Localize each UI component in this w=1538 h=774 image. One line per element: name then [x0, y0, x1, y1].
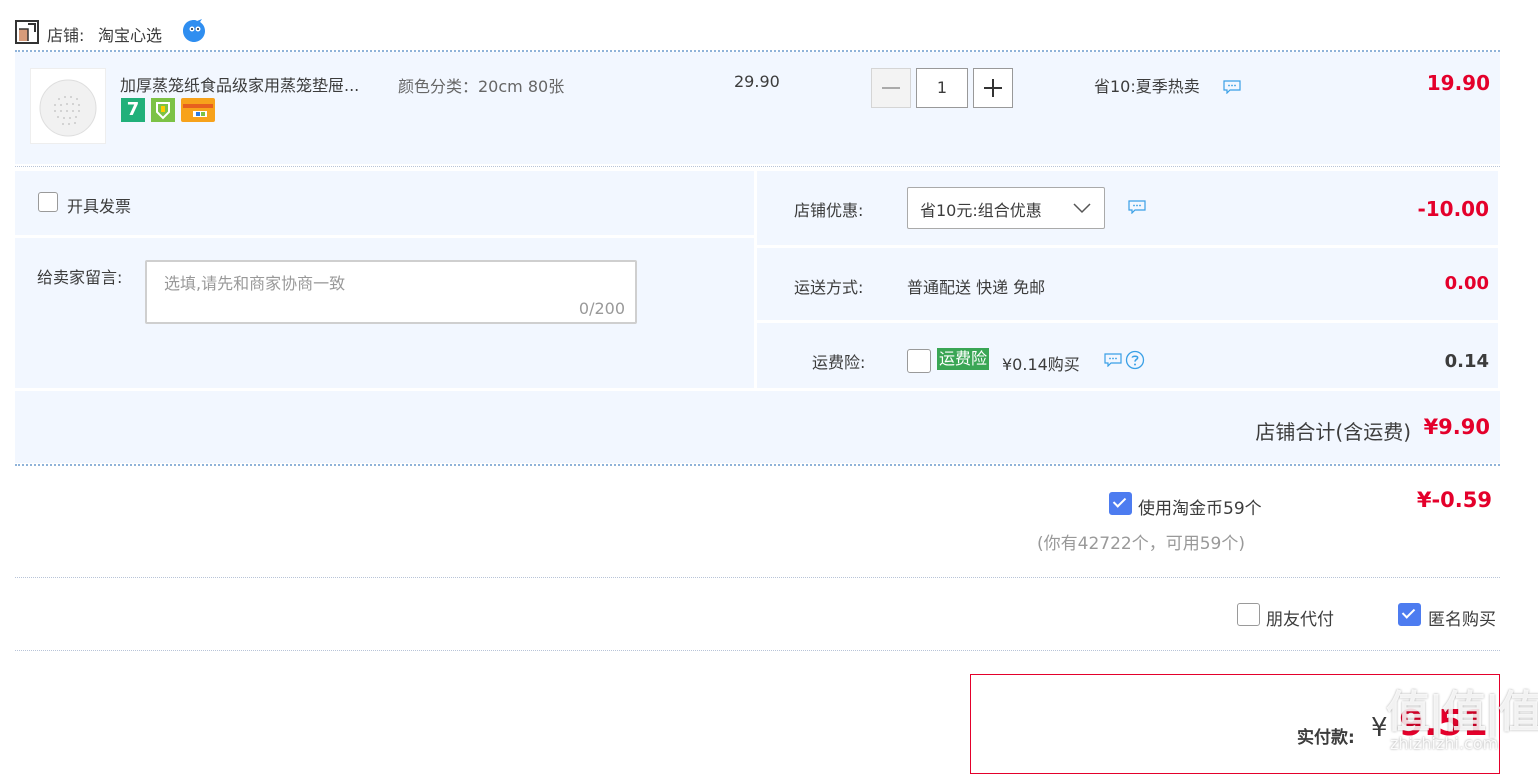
shop-discount-select[interactable]: 省10元:组合优惠	[907, 187, 1105, 229]
shipping-method: 普通配送 快递 免邮	[907, 278, 1046, 297]
promo-comment-icon[interactable]	[1223, 80, 1241, 94]
insurance-tag: 运费险	[937, 348, 990, 370]
invoice-label: 开具发票	[67, 197, 132, 216]
shipping-amount: 0.00	[1444, 273, 1489, 294]
anonymous-label: 匿名购买	[1428, 610, 1496, 630]
shop-discount-amount: -10.00	[1417, 197, 1489, 221]
shop-header: 店铺: 淘宝心选	[15, 18, 415, 46]
coins-checkbox[interactable]	[1109, 492, 1132, 515]
guarantee-badge-icon[interactable]	[151, 98, 175, 122]
insurance-label: 运费险:	[812, 353, 866, 372]
item-spec: 颜色分类：20cm 80张	[398, 77, 565, 96]
insurance-price: ¥0.14购买	[1002, 355, 1080, 374]
message-row: 给卖家留言: 选填,请先和商家协商一致 0/200	[15, 238, 754, 388]
shop-discount-row: 店铺优惠: 省10元:组合优惠 -10.00	[757, 171, 1498, 245]
help-question-icon[interactable]	[1125, 350, 1145, 370]
coins-note: (你有42722个，可用59个)	[1037, 534, 1245, 554]
shipping-row: 运送方式: 普通配送 快递 免邮 0.00	[757, 248, 1498, 320]
chevron-down-icon	[1073, 203, 1091, 214]
message-label: 给卖家留言:	[37, 268, 123, 287]
item-title[interactable]: 加厚蒸笼纸食品级家用蒸笼垫屉...	[120, 72, 359, 96]
item-row: 加厚蒸笼纸食品级家用蒸笼垫屉... 颜色分类：20cm 80张 7 29.90 …	[15, 52, 1500, 164]
payment-label: 实付款:	[1297, 728, 1355, 748]
discount-comment-icon[interactable]	[1128, 200, 1146, 214]
friend-pay-label: 朋友代付	[1266, 610, 1334, 630]
quantity-increase-button[interactable]	[973, 68, 1013, 108]
invoice-row: 开具发票	[15, 171, 754, 235]
insurance-checkbox[interactable]	[907, 349, 931, 373]
shop-total-amount: ¥9.90	[1423, 415, 1490, 439]
quantity-stepper: 1	[871, 68, 1015, 110]
shop-discount-selected: 省10元:组合优惠	[920, 201, 1042, 220]
shop-name[interactable]: 淘宝心选	[98, 22, 162, 46]
item-unit-price: 29.90	[734, 72, 780, 91]
quantity-decrease-button[interactable]	[871, 68, 911, 108]
quantity-input[interactable]: 1	[916, 68, 968, 108]
anonymous-checkbox[interactable]	[1398, 603, 1421, 626]
shop-total-divider	[15, 464, 1500, 466]
wangwang-chat-icon[interactable]	[181, 18, 207, 44]
invoice-checkbox[interactable]	[38, 192, 58, 212]
message-placeholder: 选填,请先和商家协商一致	[164, 274, 346, 293]
minus-icon	[882, 87, 900, 89]
item-thumbnail[interactable]	[30, 68, 106, 144]
options-divider	[15, 650, 1500, 651]
insurance-row: 运费险: 运费险 ¥0.14购买 0.14	[757, 323, 1498, 388]
shop-total-label: 店铺合计(含运费)	[1255, 420, 1411, 444]
steamer-paper-image	[39, 79, 97, 137]
shop-discount-label: 店铺优惠:	[794, 201, 864, 220]
shop-total-row: 店铺合计(含运费) ¥9.90	[15, 391, 1500, 463]
shop-icon	[15, 20, 39, 44]
message-counter: 0/200	[578, 299, 625, 318]
watermark-logo: 值|值|值	[1386, 687, 1538, 738]
seven-day-return-badge[interactable]: 7	[121, 98, 145, 122]
shipping-label: 运送方式:	[794, 278, 864, 297]
item-promo: 省10:夏季热卖	[1094, 77, 1200, 96]
message-textarea[interactable]: 选填,请先和商家协商一致 0/200	[145, 260, 637, 324]
coins-label: 使用淘金币59个	[1138, 499, 1262, 519]
friend-pay-checkbox[interactable]	[1237, 603, 1260, 626]
quantity-value: 1	[936, 78, 948, 97]
seven-day-label: 7	[126, 99, 140, 120]
plus-icon	[984, 79, 1002, 97]
item-subtotal: 19.90	[1426, 71, 1490, 95]
coins-divider	[15, 577, 1500, 578]
item-divider	[15, 166, 1500, 167]
watermark-url: zhizhizhi.com	[1390, 734, 1499, 753]
coins-amount: ¥-0.59	[1416, 488, 1492, 512]
credit-card-badge-icon[interactable]	[181, 98, 215, 122]
insurance-comment-icon[interactable]	[1104, 353, 1122, 367]
shop-label: 店铺:	[47, 26, 85, 45]
insurance-amount: 0.14	[1444, 351, 1489, 372]
